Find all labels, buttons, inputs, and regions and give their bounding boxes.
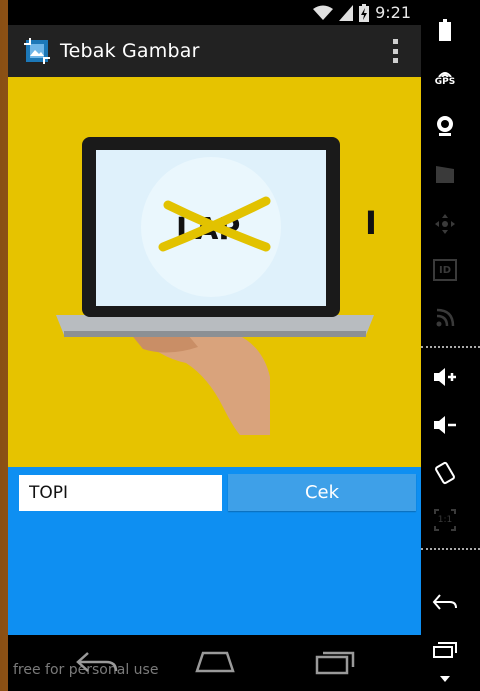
gps-icon[interactable]: GPS — [421, 58, 469, 98]
dpad-icon[interactable] — [421, 204, 469, 244]
id-label: ID — [433, 259, 457, 281]
action-bar: Tebak Gambar — [8, 25, 421, 77]
status-time: 9:21 — [375, 3, 411, 22]
emulator-side-panel: GPS ID 1:1 — [421, 0, 480, 691]
overflow-menu-icon[interactable] — [393, 39, 399, 63]
recents-icon[interactable] — [313, 649, 357, 675]
scale-icon[interactable]: 1:1 — [421, 500, 469, 540]
id-icon[interactable]: ID — [421, 250, 469, 290]
back-icon[interactable] — [74, 649, 120, 675]
battery-charging-icon — [359, 3, 370, 22]
clapperboard-icon[interactable] — [421, 154, 469, 194]
side-recents-icon[interactable] — [421, 630, 469, 670]
volume-down-icon[interactable] — [421, 405, 469, 445]
ratio-label: 1:1 — [437, 515, 453, 525]
home-icon[interactable] — [193, 649, 237, 675]
answer-input[interactable] — [19, 475, 222, 511]
battery-icon[interactable] — [421, 10, 469, 50]
side-back-icon[interactable] — [421, 582, 469, 622]
rotate-icon[interactable] — [421, 453, 469, 493]
cek-button[interactable]: Cek — [228, 474, 416, 511]
side-divider — [421, 346, 480, 348]
signal-icon — [339, 4, 354, 21]
image-crop-icon[interactable] — [22, 36, 52, 66]
rss-icon[interactable] — [421, 298, 469, 338]
device-screen: 9:21 Tebak Gambar LAP I TOPI Cek free fo… — [8, 0, 421, 691]
wifi-icon — [313, 5, 334, 20]
camera-icon[interactable] — [421, 106, 469, 146]
app-title: Tebak Gambar — [60, 40, 200, 62]
laptop-hand-illustration: LAP — [56, 137, 374, 435]
chevron-down-icon[interactable] — [440, 676, 450, 682]
volume-up-icon[interactable] — [421, 357, 469, 397]
puzzle-image: LAP I — [8, 77, 421, 467]
answer-panel: Cek — [8, 467, 421, 635]
gps-label: GPS — [434, 77, 456, 87]
status-bar: 9:21 — [8, 0, 421, 25]
hint-letter: I — [365, 204, 377, 242]
side-divider-2 — [421, 548, 480, 550]
navigation-bar: free for personal use — [8, 635, 421, 691]
